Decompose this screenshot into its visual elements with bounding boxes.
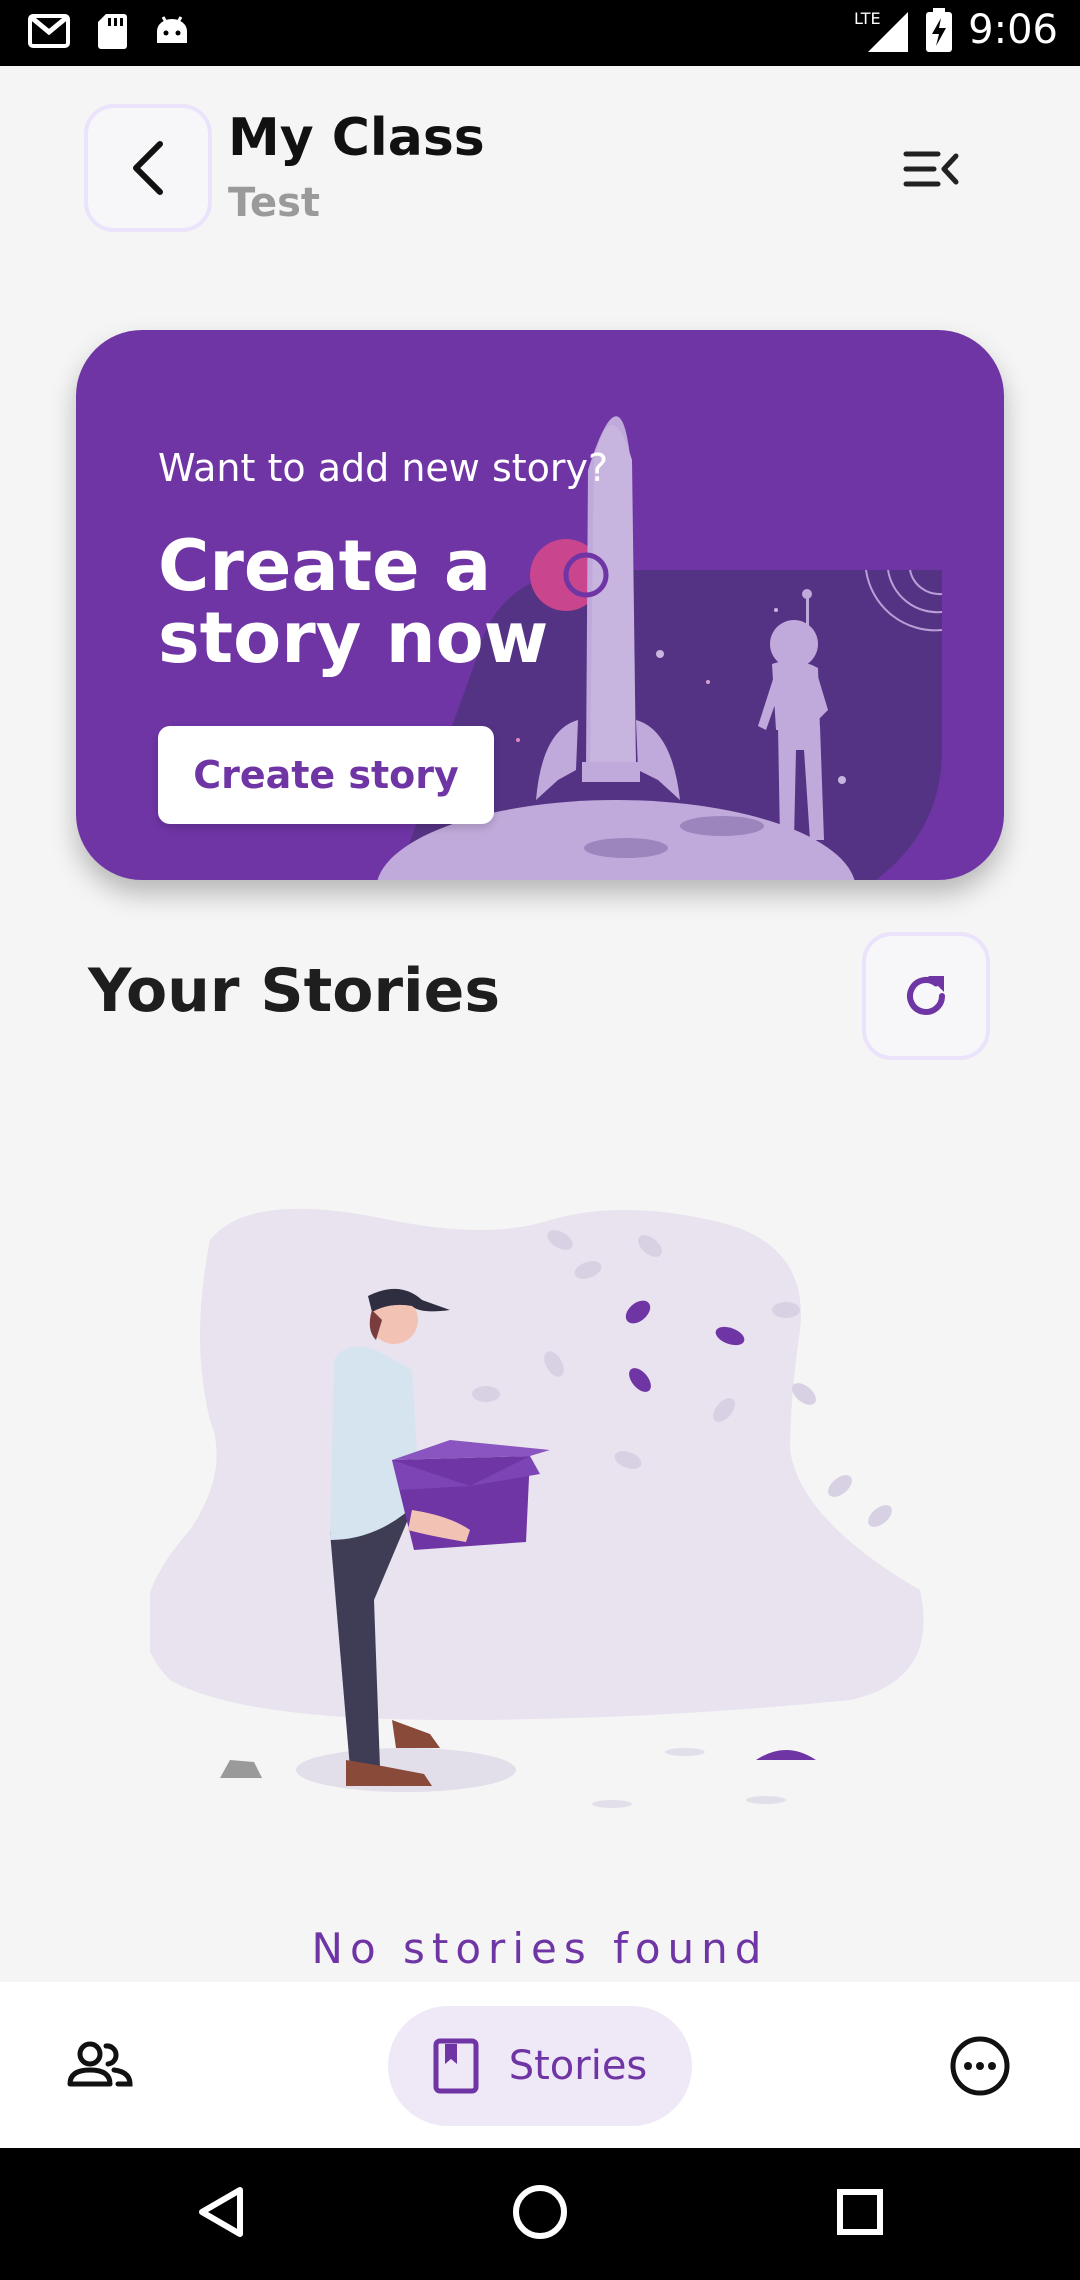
nav-item-stories[interactable]: Stories <box>388 2006 692 2126</box>
page-title: My Class <box>228 108 485 168</box>
notification-icons <box>28 12 190 50</box>
system-navigation-bar <box>0 2148 1080 2280</box>
banner-question: Want to add new story? <box>158 446 609 490</box>
nav-item-stories-label: Stories <box>508 2043 648 2089</box>
back-triangle-icon[interactable] <box>192 2182 252 2242</box>
refresh-button[interactable] <box>862 932 990 1060</box>
nav-item-members[interactable] <box>62 2026 138 2102</box>
menu-button[interactable] <box>898 140 962 200</box>
people-icon <box>67 2041 133 2087</box>
chevron-left-icon <box>133 141 163 195</box>
bottom-navigation: Stories <box>0 1982 1080 2148</box>
create-story-button[interactable]: Create story <box>158 726 494 824</box>
empty-state-message: No stories found <box>311 1924 769 1973</box>
signal-icon: LTE <box>854 9 909 52</box>
section-title: Your Stories <box>88 956 501 1026</box>
gmail-icon <box>28 14 70 48</box>
status-bar: LTE 9:06 <box>0 0 1080 66</box>
battery-charging-icon <box>926 8 953 52</box>
menu-collapse-icon <box>903 151 959 187</box>
home-circle-icon[interactable] <box>510 2182 570 2242</box>
nav-item-more[interactable] <box>948 2034 1012 2098</box>
network-type: LTE <box>854 9 881 28</box>
back-button[interactable] <box>84 104 212 232</box>
clock: 9:06 <box>968 7 1058 53</box>
more-icon <box>950 2036 1010 2096</box>
sd-card-icon <box>98 14 127 49</box>
empty-box-illustration <box>150 1208 924 1808</box>
page-subtitle: Test <box>228 180 321 226</box>
refresh-icon <box>907 976 945 1015</box>
banner-headline: Create a story now <box>158 525 549 679</box>
recents-square-icon[interactable] <box>830 2182 890 2242</box>
book-icon <box>433 2038 479 2094</box>
system-status: LTE 9:06 <box>852 6 1058 54</box>
android-icon <box>157 16 187 43</box>
create-story-banner: Want to add new story? Create a story no… <box>76 330 1004 880</box>
